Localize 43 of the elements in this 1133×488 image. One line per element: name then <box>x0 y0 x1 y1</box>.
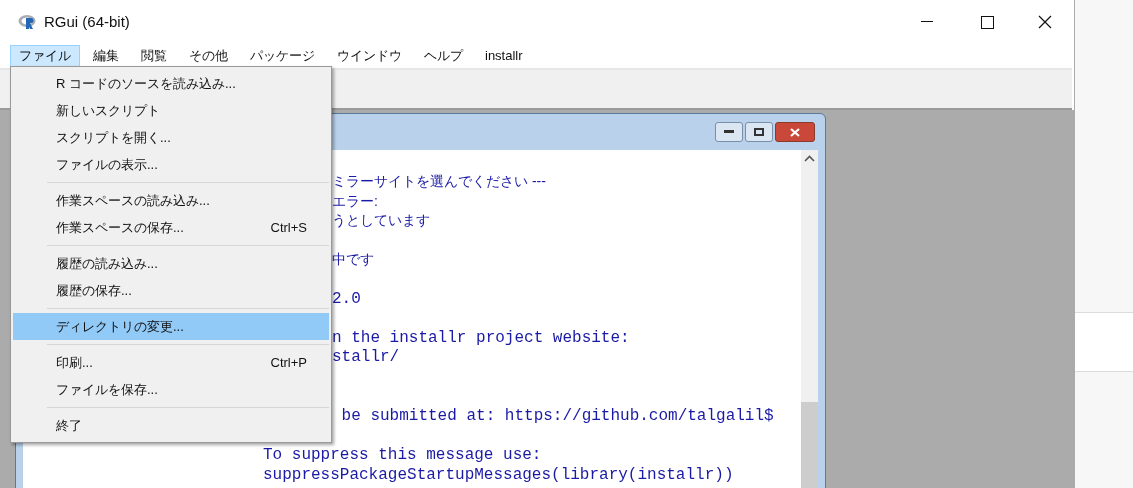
console-line: To suppress this message use: <box>263 446 542 466</box>
menu-bar-item[interactable]: 編集 <box>84 45 128 67</box>
close-button[interactable] <box>775 122 815 142</box>
close-icon <box>790 127 800 137</box>
console-line: stallr/ <box>332 348 400 368</box>
menu-item[interactable]: 終了 <box>13 412 329 439</box>
window-title: RGui (64-bit) <box>44 11 130 32</box>
menu-bar-item[interactable]: ウインドウ <box>328 45 411 67</box>
scrollbar[interactable] <box>801 150 818 488</box>
menu-bar-item[interactable]: ヘルプ <box>415 45 472 67</box>
menu-item[interactable]: ファイルを保存... <box>13 376 329 403</box>
scrollbar-thumb[interactable] <box>801 402 818 488</box>
console-line: 2.0 <box>332 289 361 310</box>
close-icon <box>1038 15 1052 29</box>
menu-item[interactable]: 印刷... Ctrl+P <box>13 349 329 376</box>
menu-item[interactable]: R コードのソースを読み込み... <box>13 70 329 97</box>
menu-item[interactable]: 履歴の読み込み... <box>13 250 329 277</box>
maximize-icon <box>980 15 994 29</box>
menu-bar-item[interactable]: ファイル <box>10 45 80 67</box>
menu-bar-item[interactable]: パッケージ <box>241 45 324 67</box>
menu-bar-item[interactable]: その他 <box>180 45 237 67</box>
restore-icon <box>754 128 764 136</box>
menu-item[interactable]: 作業スペースの読み込み... <box>13 187 329 214</box>
menu-item[interactable]: ディレクトリの変更... <box>13 313 329 340</box>
menu-item[interactable]: ファイルの表示... <box>13 151 329 178</box>
console-line: n the installr project website: <box>332 328 630 349</box>
menu-bar-item[interactable]: 閲覧 <box>132 45 176 67</box>
menu-bar-item[interactable]: installr <box>476 45 532 67</box>
console-line: be submitted at: https://github.com/talgalil$ <box>340 407 774 427</box>
console-line: ミラーサイトを選んでください --- <box>332 172 546 191</box>
menu-item[interactable]: 新しいスクリプト <box>13 97 329 124</box>
minimize-icon <box>724 130 734 134</box>
minimize-button[interactable] <box>715 122 743 142</box>
minimize-icon <box>921 21 933 23</box>
menu-item[interactable]: 履歴の保存... <box>13 277 329 304</box>
console-line: 中です <box>332 250 374 270</box>
menu-item[interactable]: 作業スペースの保存... Ctrl+S <box>13 214 329 241</box>
console-line: エラー: <box>332 191 378 211</box>
menu-item[interactable]: スクリプトを開く... <box>13 124 329 151</box>
console-line: うとしています <box>332 211 430 231</box>
restore-button[interactable] <box>745 122 773 142</box>
r-logo-icon <box>18 14 38 30</box>
console-line: suppressPackageStartupMessages(library(installr)) <box>263 465 734 486</box>
